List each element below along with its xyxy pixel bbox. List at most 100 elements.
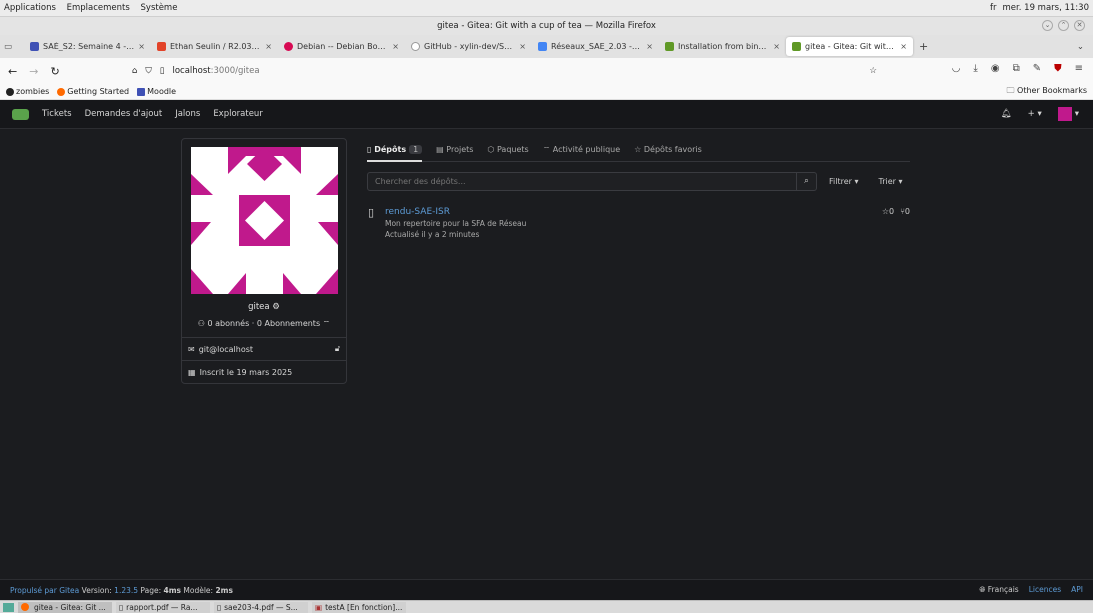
sort-dropdown[interactable]: Trier ▾ [879,177,903,186]
nav-milestones[interactable]: Jalons [175,109,200,119]
taskbar-item-firefox[interactable]: gitea - Gitea: Git ... [18,601,112,613]
profile-tabs: ▯ Dépôts 1 ▤ Projets ⬡ Paquets ⌔ Activité… [367,138,910,162]
gitea-footer: Propulsé par Gitea Version: 1.23.5 Page:… [0,579,1093,600]
close-tab-icon[interactable]: × [900,42,907,51]
tab-starred[interactable]: ☆ Dépôts favoris [634,145,702,154]
mail-icon: ✉ [188,344,195,354]
create-new-icon[interactable]: + ▾ [1028,109,1042,119]
tab-install[interactable]: Installation from binary × [659,37,786,56]
back-icon[interactable]: ← [8,65,17,78]
close-tab-icon[interactable]: × [138,42,145,51]
maximize-button[interactable]: ⌃ [1058,20,1069,31]
joined-date: Inscrit le 19 mars 2025 [199,367,293,377]
bookmark-moodle[interactable]: Moodle [137,87,176,96]
gitea-icon [665,42,674,51]
version-link[interactable]: 1.23.5 [114,586,138,595]
tab-list-icon[interactable]: ▭ [4,42,24,52]
tab-debian[interactable]: Debian -- Debian Bookworm× [278,37,405,56]
shield-icon[interactable]: ⛉ [145,66,151,76]
tab-repositories[interactable]: ▯ Dépôts 1 [367,145,423,162]
activity-icon: ⌔ [542,144,551,154]
gitea-icon [792,42,801,51]
menu-icon[interactable]: ≡ [1075,63,1083,74]
bookmark-getting-started[interactable]: Getting Started [57,87,129,96]
close-tab-icon[interactable]: × [646,42,653,51]
new-tab-button[interactable]: + [919,40,928,53]
api-link[interactable]: API [1071,585,1083,595]
tab-github[interactable]: GitHub - xylin-dev/S2.03 × [405,37,532,56]
licences-link[interactable]: Licences [1029,585,1061,595]
account-icon[interactable]: ◉ [991,63,1000,74]
pdf-icon: ▯ [217,602,222,612]
show-desktop-icon[interactable] [3,602,14,612]
menu-places[interactable]: Emplacements [67,3,130,13]
keyboard-layout[interactable]: fr [990,3,997,13]
followers-text[interactable]: 0 abonnés · 0 Abonnements [208,319,321,328]
user-menu[interactable]: ▾ [1057,107,1079,121]
url-bar[interactable]: ⌂ ⛉ ▯ localhost:3000/gitea ☆ [128,62,883,80]
menu-system[interactable]: Système [141,3,178,13]
project-icon: ▤ [436,145,444,154]
profile-email[interactable]: git@localhost [199,345,253,354]
powered-by-link[interactable]: Propulsé par Gitea [10,586,79,595]
tab-overflow-icon[interactable]: ⌄ [1077,42,1084,52]
bookmark-star-icon[interactable]: ☆ [869,66,877,76]
moodle-icon [30,42,39,51]
nav-bar: ← → ↻ ⌂ ⛉ ▯ localhost:3000/gitea ☆ ◡ ⤓ ◉… [0,58,1093,84]
repo-search-input[interactable] [368,177,796,186]
taskbar-item-sae203[interactable]: ▯ sae203-4.pdf — S... [214,601,308,613]
search-icon[interactable]: ⌕ [796,173,816,190]
tab-projects[interactable]: ▤ Projets [436,145,473,154]
close-button[interactable]: ✕ [1074,20,1085,31]
globe-icon: 🌐︎ [979,585,986,594]
repo-stars[interactable]: ☆0 [882,207,894,216]
repo-stats: ☆0 ⑂0 [882,207,910,216]
gitea-page: Tickets Demandes d'ajout Jalons Explorat… [0,100,1093,600]
language-selector[interactable]: 🌐︎ Français [979,585,1018,595]
notifications-icon[interactable]: 🔔︎ [1001,109,1012,119]
settings-gear-icon[interactable]: ⚙ [272,302,280,312]
repo-forks[interactable]: ⑂0 [900,207,910,216]
other-bookmarks[interactable]: 🗀 Other Bookmarks [1007,85,1088,99]
tab-sae[interactable]: SAÉ_S2: Semaine 4 - S10 × [24,37,151,56]
home-icon[interactable]: ⌂ [132,66,137,76]
system-top-bar: Applications Emplacements Système fr mer… [0,0,1093,17]
extensions-icon[interactable]: ⧉ [1013,63,1020,74]
clock[interactable]: mer. 19 mars, 11:30 [1003,3,1089,13]
url-path: :3000/gitea [210,66,260,76]
extension-icon[interactable]: ✎ [1033,63,1041,74]
nav-tickets[interactable]: Tickets [42,109,72,119]
tab-public-activity[interactable]: ⌔ Activité publique [543,145,620,155]
rss-icon[interactable]: ⌔ [323,319,331,328]
reload-icon[interactable]: ↻ [50,65,59,78]
close-tab-icon[interactable]: × [773,42,780,51]
bookmark-zombies[interactable]: zombies [6,87,49,96]
tab-google-docs[interactable]: Réseaux_SAE_2.03 - Goo × [532,37,659,56]
joined-row: ▦ Inscrit le 19 mars 2025 [182,360,346,383]
tab-packages[interactable]: ⬡ Paquets [487,145,528,154]
repo-name-link[interactable]: rendu-SAE-ISR [385,207,450,217]
ublock-icon[interactable]: ⛊ [1054,63,1062,74]
github-icon [411,42,420,51]
taskbar-item-testa[interactable]: ▣ testA [En fonction]... [312,601,406,613]
pdf-icon: ▯ [119,602,124,612]
pocket-icon[interactable]: ◡ [952,63,961,74]
tab-gitlab[interactable]: Ethan Seulin / R2.03 - Git × [151,37,278,56]
taskbar-item-rapport[interactable]: ▯ rapport.pdf — Ra... [116,601,210,613]
nav-pull-requests[interactable]: Demandes d'ajout [85,109,163,119]
nav-explore[interactable]: Explorateur [213,109,263,119]
close-tab-icon[interactable]: × [519,42,526,51]
tab-gitea[interactable]: gitea - Gitea: Git with a cu× [786,37,913,56]
profile-card: gitea ⚙ ⚇ 0 abonnés · 0 Abonnements ⌔ ✉ g… [181,138,347,384]
firefox-icon [57,87,66,96]
gitea-logo-icon[interactable] [12,108,29,120]
close-tab-icon[interactable]: × [392,42,399,51]
url-host: localhost [172,66,211,76]
minimize-button[interactable]: ⌄ [1042,20,1053,31]
filter-dropdown[interactable]: Filtrer ▾ [829,177,859,186]
menu-applications[interactable]: Applications [4,3,56,13]
close-tab-icon[interactable]: × [265,42,272,51]
download-icon[interactable]: ⤓ [973,63,977,74]
forward-icon[interactable]: → [29,65,38,78]
system-menus[interactable]: Applications Emplacements Système [4,3,185,13]
